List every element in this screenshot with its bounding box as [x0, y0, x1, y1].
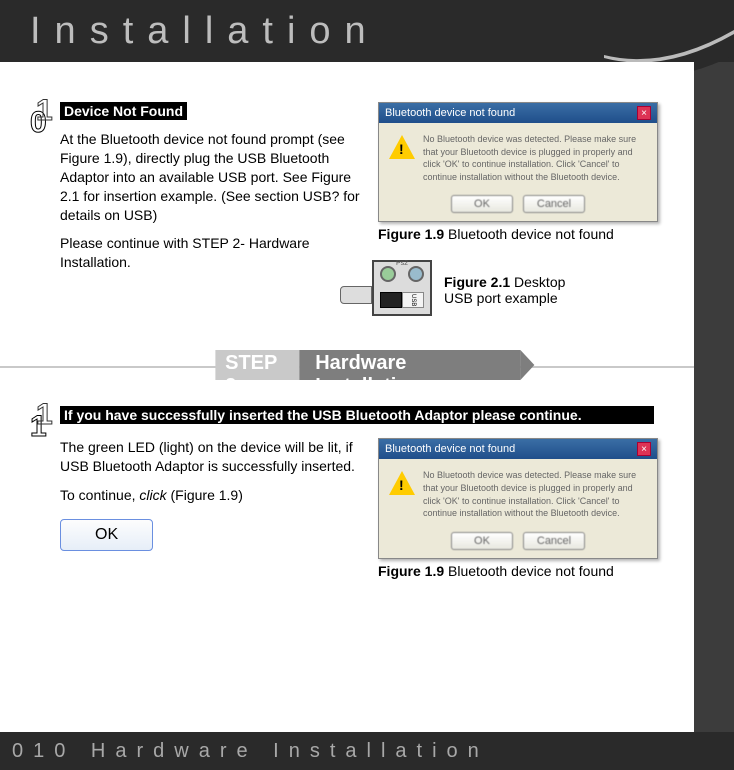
port-panel: Ps2 USB [372, 260, 432, 316]
ps2-port-icon [380, 266, 396, 282]
step-tail-icon [520, 350, 534, 380]
dialog-titlebar: Bluetooth device not found × [379, 439, 657, 459]
usb-port-illustration: Ps2 USB [378, 260, 432, 316]
dialog-title: Bluetooth device not found [385, 443, 515, 455]
usb-adapter-icon [340, 286, 372, 304]
figure-1-9-caption-2: Figure 1.9 Bluetooth device not found [378, 563, 658, 579]
section2-body: The green LED (light) on the device will… [60, 438, 654, 578]
header-bar: Installation [0, 0, 734, 62]
ok-button[interactable]: OK [451, 195, 513, 213]
dialog-title: Bluetooth device not found [385, 107, 515, 119]
step-2-divider: STEP 2 Hardware Installation [0, 350, 694, 382]
step-pill: STEP 2 Hardware Installation [215, 350, 534, 380]
dialog-bluetooth-not-found: Bluetooth device not found × No Bluetoot… [378, 102, 658, 222]
section1-para2: Please continue with STEP 2- Hardware In… [60, 234, 360, 272]
ok-button[interactable]: OK [451, 532, 513, 550]
section2-para1: The green LED (light) on the device will… [60, 438, 360, 476]
dialog-message: No Bluetooth device was detected. Please… [423, 133, 647, 183]
ps2-port-icon [408, 266, 424, 282]
page-title: Installation [30, 10, 380, 53]
dialog-buttons: OK Cancel [379, 528, 657, 558]
close-icon[interactable]: × [637, 106, 651, 120]
dialog-body: No Bluetooth device was detected. Please… [379, 459, 657, 527]
section-device-not-found: 0 1 Device Not Found At the Bluetooth de… [60, 102, 654, 316]
dialog-bluetooth-not-found-2: Bluetooth device not found × No Bluetoot… [378, 438, 658, 558]
dialog-body: No Bluetooth device was detected. Please… [379, 123, 657, 191]
cancel-button[interactable]: Cancel [523, 195, 585, 213]
dialog-titlebar: Bluetooth device not found × [379, 103, 657, 123]
section1-para1: At the Bluetooth device not found prompt… [60, 130, 360, 224]
dialog-message: No Bluetooth device was detected. Please… [423, 469, 647, 519]
footer-text: 010 Hardware Installation [12, 740, 489, 763]
heading-insert-success: If you have successfully inserted the US… [60, 406, 654, 424]
step-number-10: 0 1 [30, 98, 60, 136]
step-number-11: 1 1 [30, 402, 60, 440]
figure-2-1-row: Ps2 USB Figure 2.1 Desktop USB port exam… [378, 260, 658, 316]
section2-head: 1 1 If you have successfully inserted th… [60, 406, 654, 424]
heading-device-not-found: Device Not Found [60, 102, 187, 120]
ok-button-large[interactable]: OK [60, 519, 153, 551]
footer-bar: 010 Hardware Installation [0, 732, 734, 770]
figure-1-9-caption: Figure 1.9 Bluetooth device not found [378, 226, 658, 242]
warning-icon [389, 135, 415, 159]
dialog-buttons: OK Cancel [379, 191, 657, 221]
section2-para2: To continue, click (Figure 1.9) [60, 486, 360, 505]
close-icon[interactable]: × [637, 442, 651, 456]
step-number-label: STEP 2 [215, 350, 299, 380]
section2-right: Bluetooth device not found × No Bluetoot… [378, 438, 658, 578]
page-body: 0 1 Device Not Found At the Bluetooth de… [0, 62, 694, 732]
step-title-label: Hardware Installation [299, 350, 520, 380]
usb-slot-icon [380, 292, 402, 308]
cancel-button[interactable]: Cancel [523, 532, 585, 550]
warning-icon [389, 471, 415, 495]
figure-2-1-caption: Figure 2.1 Desktop USB port example [444, 274, 584, 306]
section1-right: Bluetooth device not found × No Bluetoot… [378, 102, 658, 316]
usb-label: USB [402, 292, 424, 308]
section1-left: 0 1 Device Not Found At the Bluetooth de… [60, 102, 360, 316]
section2-left: The green LED (light) on the device will… [60, 438, 360, 578]
